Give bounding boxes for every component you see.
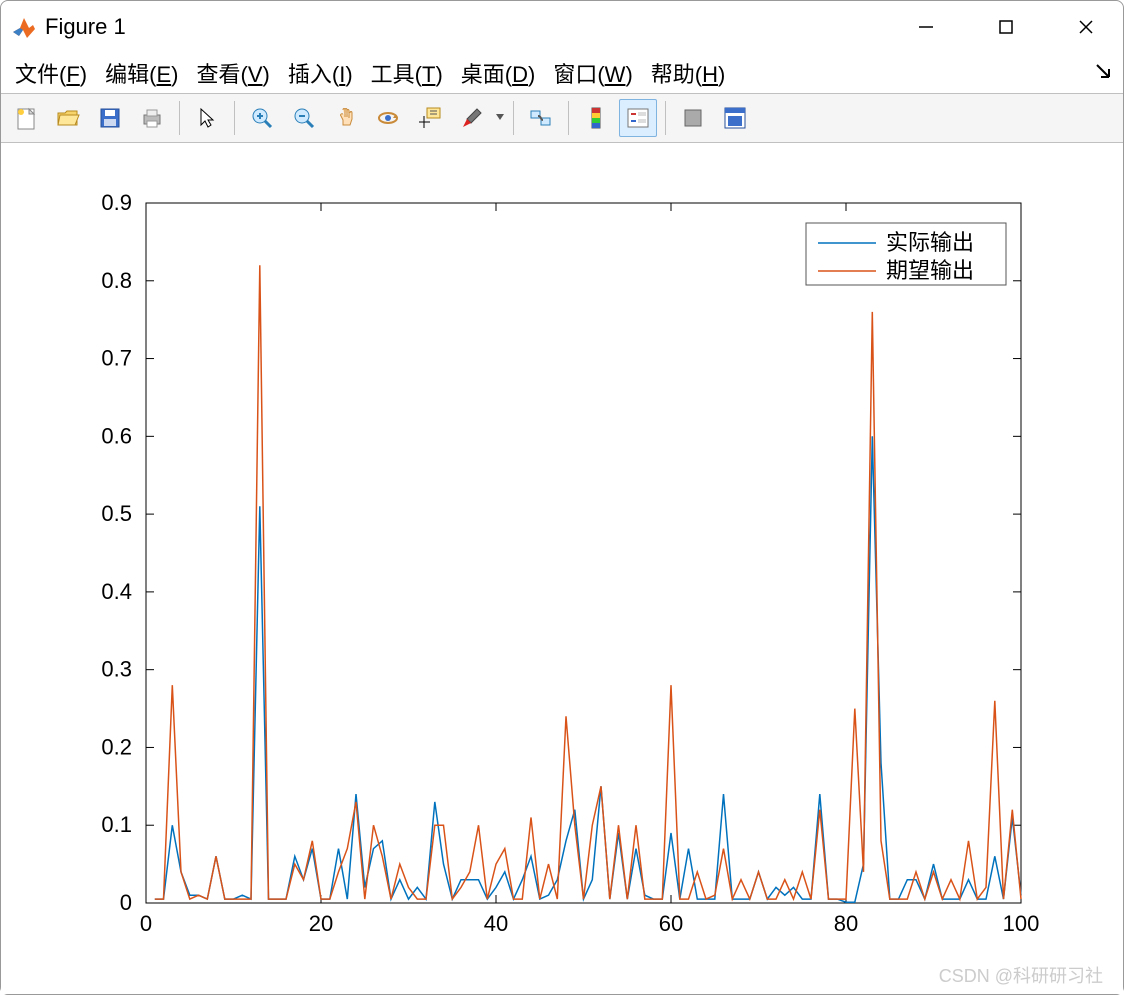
data-cursor-button[interactable] [411, 99, 449, 137]
legend-button[interactable] [619, 99, 657, 137]
menu-file[interactable]: 文件(F) [15, 57, 87, 89]
menu-view[interactable]: 查看(V) [196, 57, 269, 89]
zoom-out-button[interactable] [285, 99, 323, 137]
toolbar-separator [234, 101, 235, 135]
ytick-label: 0.6 [101, 423, 132, 448]
xtick-label: 40 [484, 911, 508, 936]
zoom-in-button[interactable] [243, 99, 281, 137]
ytick-label: 0.3 [101, 657, 132, 682]
legend[interactable]: 实际输出期望输出 [806, 223, 1006, 285]
axes[interactable]: 0 20 40 60 80 100 0 0.1 0.2 0.3 0.4 0.5 0.6 0.7 0.8 0.9… [1, 143, 1123, 989]
xtick-label: 20 [309, 911, 333, 936]
menu-edit[interactable]: 编辑(E) [105, 57, 178, 89]
xtick-label: 80 [834, 911, 858, 936]
print-button[interactable] [133, 99, 171, 137]
ytick-label: 0.4 [101, 579, 132, 604]
ytick-label: 0.8 [101, 268, 132, 293]
figure-window: Figure 1 文件(F) 编辑(E) 查看(V) 插入(I) 工具(T) 桌… [0, 0, 1124, 995]
legend-label: 期望输出 [886, 258, 974, 283]
titlebar: Figure 1 [1, 1, 1123, 53]
ytick-label: 0.5 [101, 501, 132, 526]
new-figure-button[interactable] [7, 99, 45, 137]
window-controls [901, 7, 1111, 47]
window-title: Figure 1 [45, 14, 126, 40]
axes-container: 0 20 40 60 80 100 0 0.1 0.2 0.3 0.4 0.5 0.6 0.7 0.8 0.9… [1, 143, 1123, 994]
menu-tools[interactable]: 工具(T) [371, 57, 443, 89]
ytick-label: 0.9 [101, 190, 132, 215]
toolbar-separator [179, 101, 180, 135]
open-button[interactable] [49, 99, 87, 137]
ytick-label: 0 [120, 890, 132, 915]
hide-tools-button[interactable] [674, 99, 712, 137]
toolbar-separator [568, 101, 569, 135]
colorbar-button[interactable] [577, 99, 615, 137]
xtick-label: 60 [659, 911, 683, 936]
undock-arrow-icon[interactable] [1095, 61, 1113, 87]
toolbar-separator [513, 101, 514, 135]
pointer-button[interactable] [188, 99, 226, 137]
ytick-label: 0.1 [101, 812, 132, 837]
brush-button[interactable] [453, 99, 491, 137]
menu-insert[interactable]: 插入(I) [288, 57, 353, 89]
xtick-label: 100 [1003, 911, 1040, 936]
save-button[interactable] [91, 99, 129, 137]
menu-desktop[interactable]: 桌面(D) [461, 57, 536, 89]
close-button[interactable] [1061, 7, 1111, 47]
toolbar-separator [665, 101, 666, 135]
menu-help[interactable]: 帮助(H) [651, 57, 726, 89]
legend-label: 实际输出 [886, 230, 974, 255]
maximize-button[interactable] [981, 7, 1031, 47]
xtick-label: 0 [140, 911, 152, 936]
minimize-button[interactable] [901, 7, 951, 47]
ytick-label: 0.2 [101, 734, 132, 759]
pan-button[interactable] [327, 99, 365, 137]
matlab-icon [13, 16, 35, 38]
link-button[interactable] [522, 99, 560, 137]
toolbar [1, 93, 1123, 143]
menubar: 文件(F) 编辑(E) 查看(V) 插入(I) 工具(T) 桌面(D) 窗口(W… [1, 53, 1123, 93]
dock-button[interactable] [716, 99, 754, 137]
ytick-label: 0.7 [101, 346, 132, 371]
rotate-button[interactable] [369, 99, 407, 137]
dropdown-icon[interactable] [495, 103, 505, 134]
menu-window[interactable]: 窗口(W) [553, 57, 632, 89]
